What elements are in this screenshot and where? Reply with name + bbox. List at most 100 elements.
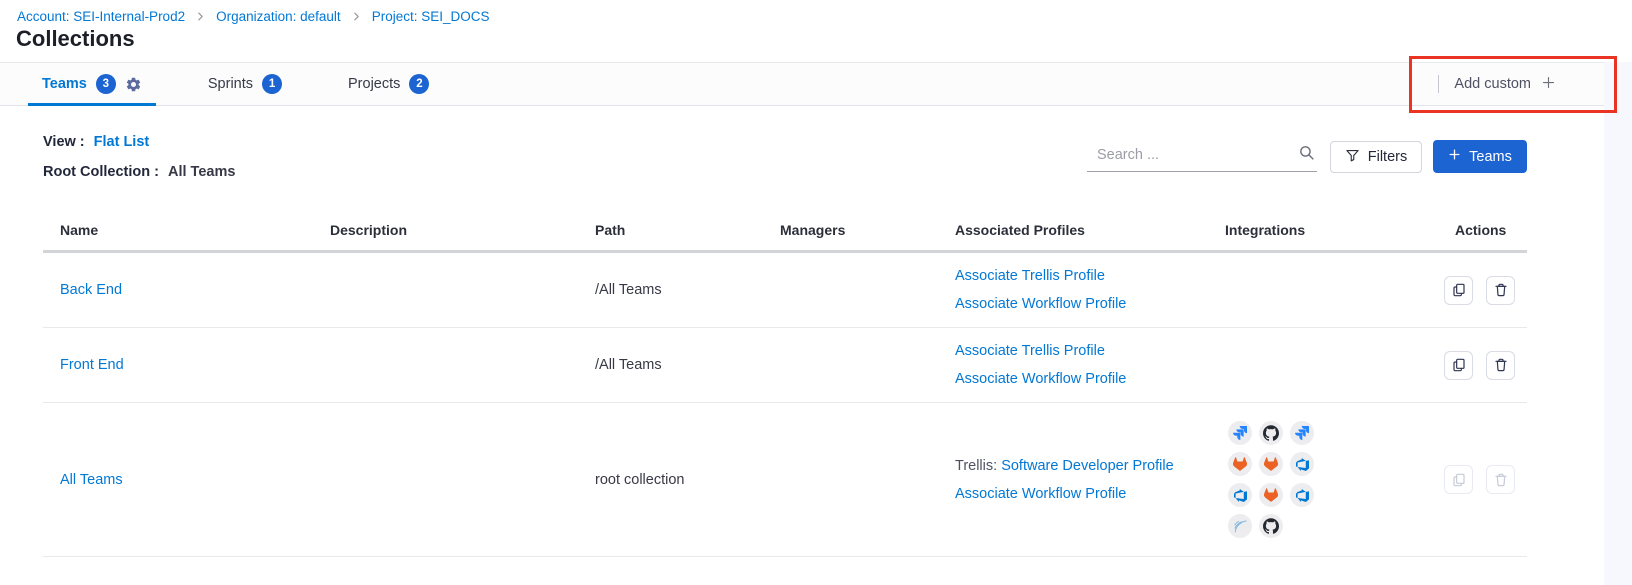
gitlab-icon <box>1259 483 1283 507</box>
view-value-link[interactable]: Flat List <box>94 134 150 150</box>
filters-label: Filters <box>1368 149 1407 165</box>
profile-line: Associate Workflow Profile <box>955 371 1208 387</box>
collections-page: Account: SEI-Internal-Prod2 Organization:… <box>0 0 1632 585</box>
profile-line: Associate Trellis Profile <box>955 268 1208 284</box>
profile-link[interactable]: Associate Workflow Profile <box>955 486 1126 502</box>
tab-list: Teams 3 Sprints1 Projects 2 <box>0 63 443 105</box>
github-icon <box>1259 514 1283 538</box>
profile-link[interactable]: Associate Trellis Profile <box>955 343 1105 359</box>
page-right-margin <box>1604 62 1632 585</box>
add-custom-button[interactable]: Add custom <box>1454 75 1556 94</box>
action-buttons <box>1438 276 1527 305</box>
column-header-path: Path <box>578 222 763 238</box>
profile-link[interactable]: Software Developer Profile <box>1001 458 1173 474</box>
jira-icon <box>1228 421 1252 445</box>
filters-button[interactable]: Filters <box>1330 141 1422 173</box>
action-buttons <box>1438 351 1527 380</box>
breadcrumb-link[interactable]: Project: SEI_DOCS <box>372 9 490 24</box>
breadcrumb: Account: SEI-Internal-Prod2 Organization:… <box>17 9 489 24</box>
column-header-name: Name <box>43 222 313 238</box>
gitlab-icon <box>1259 452 1283 476</box>
tab-teams[interactable]: Teams 3 <box>28 63 156 105</box>
integration-icon-grid <box>1228 421 1314 538</box>
profile-links: Associate Trellis Profile Associate Workf… <box>955 268 1208 312</box>
sonarqube-icon <box>1228 514 1252 538</box>
column-header-integrations: Integrations <box>1208 222 1438 238</box>
vertical-divider <box>1438 75 1439 93</box>
azure-devops-icon <box>1290 452 1314 476</box>
column-header-description: Description <box>313 222 578 238</box>
plus-icon <box>1448 148 1461 165</box>
search-input[interactable] <box>1097 147 1282 163</box>
github-icon <box>1259 421 1283 445</box>
delete-button[interactable] <box>1486 351 1515 380</box>
azure-devops-icon <box>1228 483 1252 507</box>
delete-button[interactable] <box>1486 276 1515 305</box>
add-teams-label: Teams <box>1469 149 1512 165</box>
view-row: View : Flat List <box>43 134 235 150</box>
tab-count-badge: 2 <box>409 74 429 94</box>
jira-icon <box>1290 421 1314 445</box>
chevron-right-icon <box>352 12 361 21</box>
tab-bar: Teams 3 Sprints1 Projects 2 Add custom <box>0 62 1604 106</box>
gear-icon[interactable] <box>125 76 142 93</box>
delete-button <box>1486 465 1515 494</box>
profile-links: Associate Trellis Profile Associate Workf… <box>955 343 1208 387</box>
tab-count-badge: 3 <box>96 74 116 94</box>
copy-button[interactable] <box>1444 351 1473 380</box>
cell-actions <box>1438 351 1527 380</box>
copy-button[interactable] <box>1444 276 1473 305</box>
tab-sprints[interactable]: Sprints1 <box>194 63 296 105</box>
cell-path: /All Teams <box>578 357 763 373</box>
collection-name-link[interactable]: All Teams <box>60 472 123 488</box>
column-header-managers: Managers <box>763 222 938 238</box>
tab-count-badge: 1 <box>262 74 282 94</box>
cell-integrations <box>1208 421 1438 538</box>
cell-actions <box>1438 276 1527 305</box>
cell-associated-profiles: Associate Trellis Profile Associate Workf… <box>938 268 1208 312</box>
profile-link[interactable]: Associate Trellis Profile <box>955 268 1105 284</box>
cell-associated-profiles: Associate Trellis Profile Associate Workf… <box>938 343 1208 387</box>
profile-line: Trellis: Software Developer Profile <box>955 458 1208 474</box>
root-collection-row: Root Collection : All Teams <box>43 164 235 180</box>
cell-path: root collection <box>578 472 763 488</box>
cell-path: /All Teams <box>578 282 763 298</box>
view-label: View : <box>43 134 85 150</box>
funnel-icon <box>1345 148 1360 167</box>
plus-icon <box>1541 75 1556 94</box>
action-buttons <box>1438 465 1527 494</box>
add-custom-label: Add custom <box>1454 76 1531 92</box>
column-header-associated-profiles: Associated Profiles <box>938 222 1208 238</box>
gitlab-icon <box>1228 452 1252 476</box>
breadcrumb-link[interactable]: Account: SEI-Internal-Prod2 <box>17 9 185 24</box>
table-header: NameDescriptionPathManagersAssociated Pr… <box>43 210 1527 253</box>
root-collection-label: Root Collection : <box>43 164 159 180</box>
add-teams-button[interactable]: Teams <box>1433 140 1527 173</box>
cell-associated-profiles: Trellis: Software Developer Profile Assoc… <box>938 458 1208 502</box>
cell-name: Back End <box>43 282 313 298</box>
column-header-actions: Actions <box>1438 222 1527 238</box>
table-body: Back End/All Teams Associate Trellis Prof… <box>43 253 1527 557</box>
search-icon <box>1298 144 1315 166</box>
cell-name: Front End <box>43 357 313 373</box>
table-row: All Teams root collection Trellis: Softwar… <box>43 403 1527 557</box>
root-collection-value: All Teams <box>168 164 235 180</box>
profile-link[interactable]: Associate Workflow Profile <box>955 371 1126 387</box>
collection-name-link[interactable]: Back End <box>60 282 122 298</box>
profile-link[interactable]: Associate Workflow Profile <box>955 296 1126 312</box>
collection-name-link[interactable]: Front End <box>60 357 124 373</box>
tab-label: Teams <box>42 76 87 92</box>
table-row: Back End/All Teams Associate Trellis Prof… <box>43 253 1527 328</box>
table-row: Front End/All Teams Associate Trellis Pro… <box>43 328 1527 403</box>
profile-line: Associate Workflow Profile <box>955 486 1208 502</box>
search-box <box>1087 139 1317 172</box>
azure-devops-icon <box>1290 483 1314 507</box>
tab-projects[interactable]: Projects 2 <box>334 63 443 105</box>
profile-prefix: Trellis: <box>955 458 1001 474</box>
breadcrumb-link[interactable]: Organization: default <box>216 9 341 24</box>
collections-table: NameDescriptionPathManagersAssociated Pr… <box>43 210 1527 557</box>
tab-label: Projects <box>348 76 400 92</box>
profile-line: Associate Workflow Profile <box>955 296 1208 312</box>
profile-line: Associate Trellis Profile <box>955 343 1208 359</box>
copy-button <box>1444 465 1473 494</box>
